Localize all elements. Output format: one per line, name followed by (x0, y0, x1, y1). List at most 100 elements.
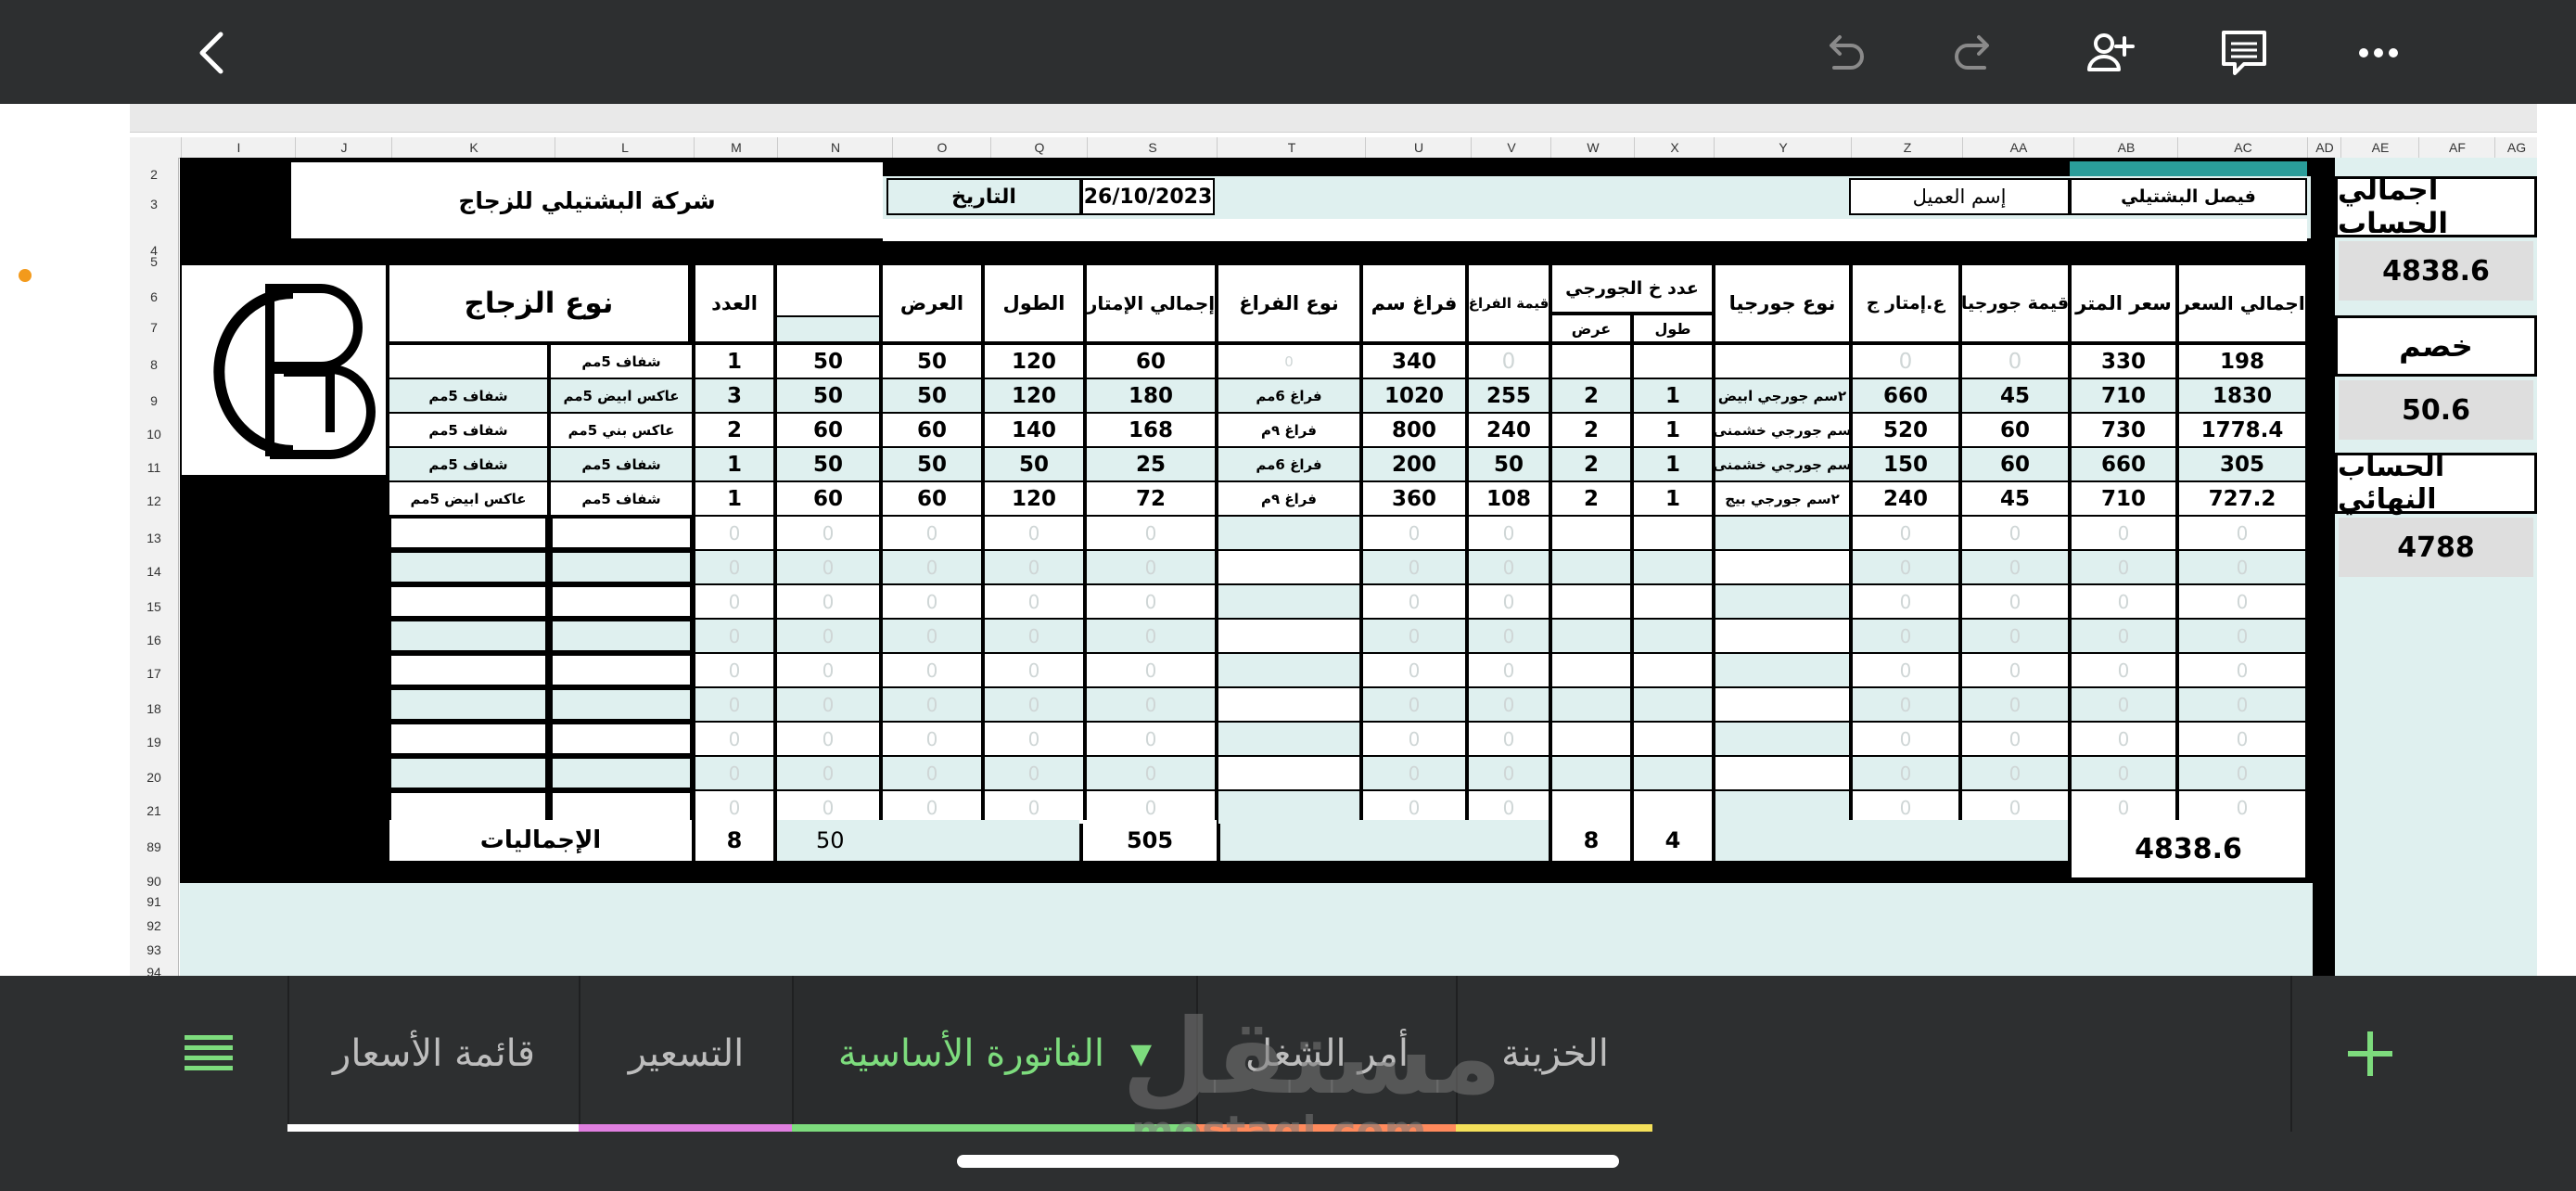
empty-cell[interactable]: 0 (777, 791, 879, 824)
empty-cell[interactable] (1634, 620, 1712, 652)
empty-cell[interactable] (1218, 620, 1359, 652)
empty-cell[interactable] (1218, 688, 1359, 721)
empty-cell[interactable]: 0 (985, 688, 1083, 721)
empty-cell[interactable] (389, 654, 547, 686)
empty-cell[interactable] (1634, 791, 1712, 824)
empty-cell[interactable]: 0 (1853, 620, 1958, 652)
row-header[interactable]: 12 (130, 493, 178, 508)
empty-cell[interactable]: 0 (2179, 585, 2305, 618)
table-cell-width[interactable]: 50 (883, 379, 981, 412)
empty-cell[interactable]: 0 (1853, 757, 1958, 789)
empty-cell[interactable]: 0 (695, 791, 773, 824)
table-cell-g_l[interactable] (1634, 345, 1712, 378)
empty-cell[interactable] (1552, 551, 1630, 583)
empty-cell[interactable] (1634, 517, 1712, 549)
empty-cell[interactable]: 0 (883, 654, 981, 686)
empty-cell[interactable]: 0 (1962, 517, 2068, 549)
empty-cell[interactable]: 0 (777, 654, 879, 686)
row-header[interactable]: 18 (130, 701, 178, 716)
empty-cell[interactable]: 0 (1962, 757, 2068, 789)
empty-cell[interactable]: 0 (1962, 620, 2068, 652)
table-cell-gap_type[interactable]: فراغ ٩م (1218, 482, 1359, 515)
empty-cell[interactable]: 0 (695, 585, 773, 618)
undo-icon[interactable] (1811, 20, 1876, 85)
empty-cell[interactable] (1552, 757, 1630, 789)
date-value[interactable]: 26/10/2023 (1081, 178, 1215, 215)
empty-cell[interactable]: 0 (985, 791, 1083, 824)
empty-cell[interactable] (551, 688, 692, 721)
empty-cell[interactable]: 0 (777, 517, 879, 549)
empty-cell[interactable]: 0 (883, 791, 981, 824)
empty-cell[interactable]: 0 (1469, 551, 1549, 583)
empty-cell[interactable]: 0 (1469, 654, 1549, 686)
empty-cell[interactable]: 0 (695, 620, 773, 652)
empty-cell[interactable]: 0 (1962, 791, 2068, 824)
empty-cell[interactable] (1634, 585, 1712, 618)
empty-cell[interactable] (1715, 757, 1849, 789)
empty-cell[interactable] (389, 517, 547, 549)
empty-cell[interactable] (1552, 688, 1630, 721)
empty-cell[interactable]: 0 (1962, 688, 2068, 721)
empty-cell[interactable]: 0 (985, 620, 1083, 652)
table-cell-glass2[interactable]: شفاف 5مم (389, 414, 547, 446)
column-header[interactable]: W (1550, 137, 1635, 158)
empty-cell[interactable]: 0 (1853, 688, 1958, 721)
empty-cell[interactable]: 0 (1087, 688, 1215, 721)
empty-cell[interactable] (551, 791, 692, 824)
column-header[interactable]: Y (1714, 137, 1852, 158)
empty-cell[interactable]: 0 (2072, 791, 2175, 824)
empty-cell[interactable] (1715, 654, 1849, 686)
empty-cell[interactable]: 0 (1962, 585, 2068, 618)
empty-cell[interactable]: 0 (2072, 585, 2175, 618)
column-header[interactable]: S (1087, 137, 1218, 158)
empty-cell[interactable]: 0 (1363, 688, 1465, 721)
column-header[interactable]: T (1217, 137, 1366, 158)
empty-cell[interactable] (1218, 723, 1359, 755)
row-header[interactable]: 9 (130, 393, 178, 408)
empty-cell[interactable]: 0 (1363, 551, 1465, 583)
redo-icon[interactable] (1943, 20, 2008, 85)
table-cell-count[interactable]: 1 (695, 482, 773, 515)
row-header[interactable]: 7 (130, 320, 178, 335)
table-cell-length[interactable]: 120 (985, 482, 1083, 515)
table-cell-gap_type[interactable]: فراغ 6مم (1218, 448, 1359, 480)
column-header[interactable]: AG (2494, 137, 2538, 158)
empty-cell[interactable]: 0 (985, 723, 1083, 755)
empty-cell[interactable] (1218, 757, 1359, 789)
empty-cell[interactable]: 0 (777, 585, 879, 618)
add-person-icon[interactable] (2077, 20, 2142, 85)
column-header[interactable]: I (181, 137, 296, 158)
empty-cell[interactable]: 0 (1363, 620, 1465, 652)
empty-cell[interactable]: 0 (1469, 620, 1549, 652)
row-header[interactable]: 15 (130, 599, 178, 614)
empty-cell[interactable] (551, 551, 692, 583)
table-cell-g_w[interactable]: 2 (1552, 448, 1630, 480)
empty-cell[interactable]: 0 (1087, 620, 1215, 652)
row-header[interactable]: 6 (130, 289, 178, 304)
table-cell-count[interactable]: 2 (695, 414, 773, 446)
row-header[interactable]: 14 (130, 564, 178, 579)
row-header[interactable]: 93 (130, 942, 178, 957)
empty-cell[interactable] (1552, 723, 1630, 755)
table-cell-g_w[interactable]: 2 (1552, 379, 1630, 412)
empty-cell[interactable]: 0 (695, 688, 773, 721)
empty-cell[interactable]: 0 (1087, 723, 1215, 755)
sheet-tab-1[interactable]: التسعير (579, 976, 792, 1132)
column-header[interactable]: L (555, 137, 695, 158)
home-indicator[interactable] (957, 1155, 1619, 1168)
table-cell-width[interactable]: 60 (883, 482, 981, 515)
row-header[interactable]: 8 (130, 357, 178, 372)
empty-cell[interactable] (1715, 791, 1849, 824)
table-cell-glass1[interactable]: عاكس بني 5مم (551, 414, 692, 446)
empty-cell[interactable]: 0 (1853, 517, 1958, 549)
empty-cell[interactable]: 0 (1087, 654, 1215, 686)
table-cell-width[interactable]: 50 (883, 448, 981, 480)
row-header[interactable]: 5 (130, 254, 178, 269)
comment-icon[interactable] (2212, 20, 2276, 85)
empty-cell[interactable]: 0 (883, 585, 981, 618)
empty-cell[interactable]: 0 (883, 723, 981, 755)
empty-cell[interactable]: 0 (883, 517, 981, 549)
table-cell-glass1[interactable]: شفاف 5مم (551, 345, 692, 378)
row-header[interactable]: 91 (130, 894, 178, 909)
empty-cell[interactable] (1552, 654, 1630, 686)
